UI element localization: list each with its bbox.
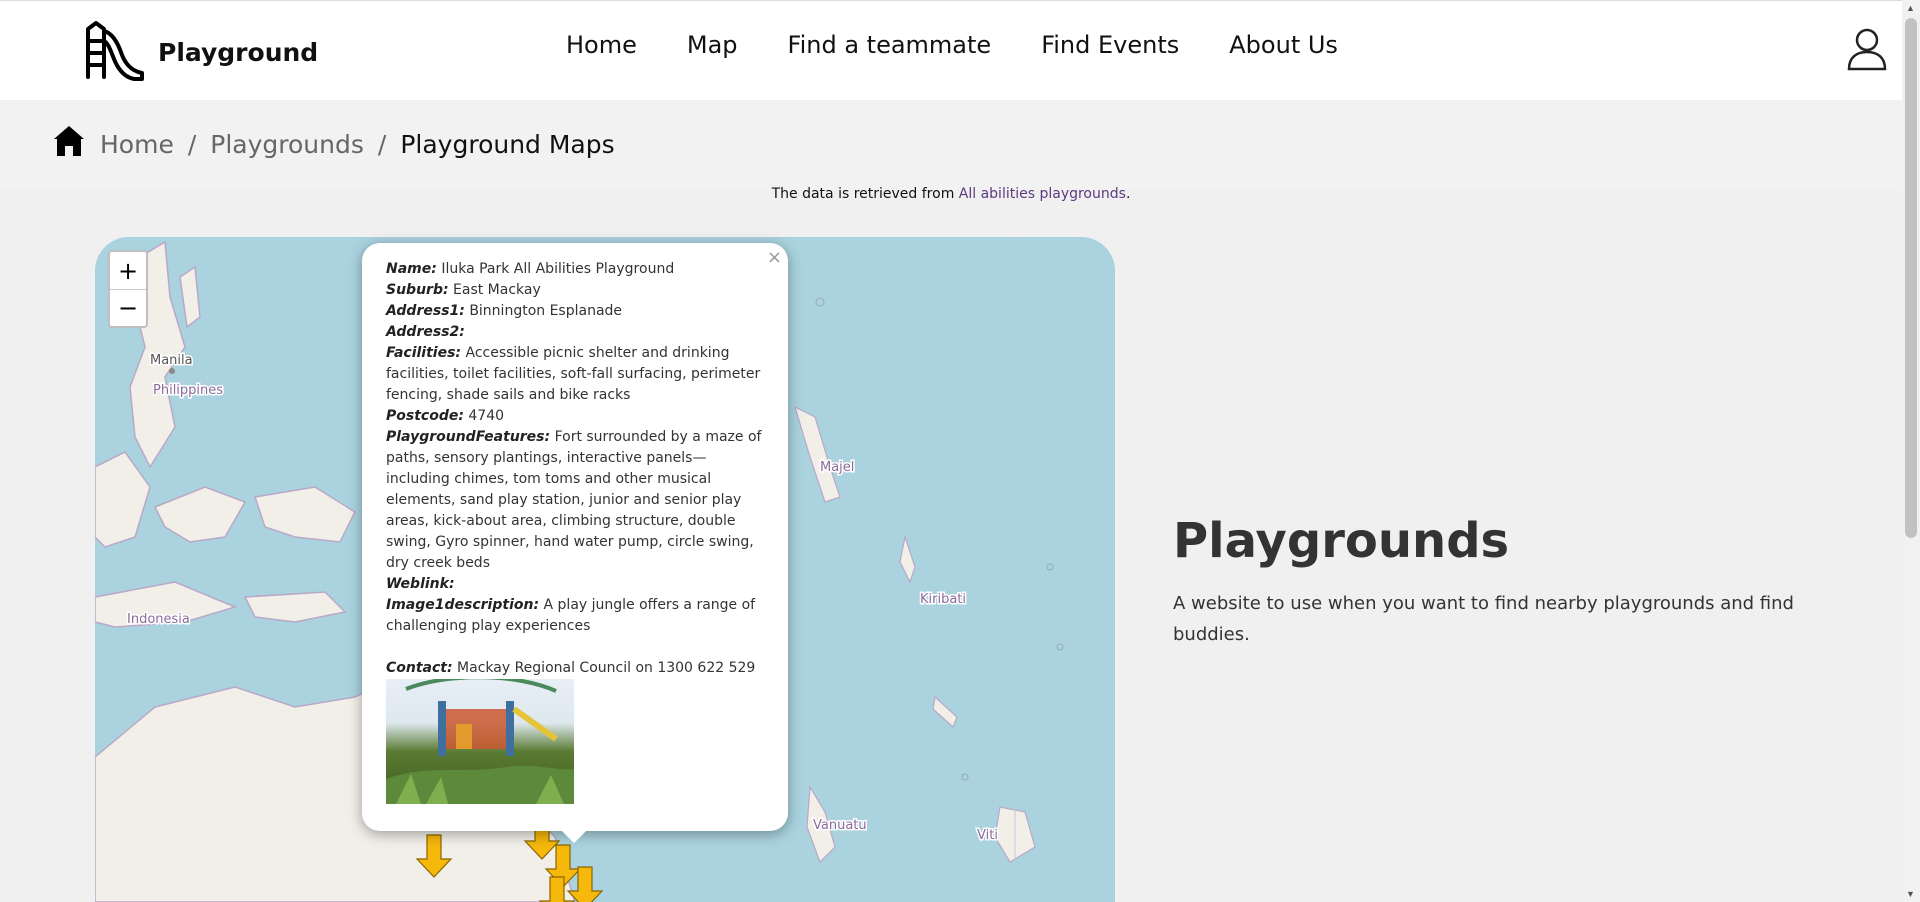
popup-name: Name: Iluka Park All Abilities Playgroun… bbox=[386, 261, 675, 277]
popup-address2: Address2: bbox=[386, 324, 465, 340]
scrollbar-thumb[interactable] bbox=[1905, 18, 1917, 538]
popup-features: PlaygroundFeatures: Fort surrounded by a… bbox=[386, 429, 762, 571]
scroll-up-icon[interactable]: ▲ bbox=[1906, 3, 1915, 13]
top-nav-bar: Playground Home Map Find a teammate Find… bbox=[0, 0, 1902, 100]
source-suffix: . bbox=[1125, 186, 1131, 202]
popup-tip bbox=[560, 829, 588, 845]
popup-contact: Contact: Mackay Regional Council on 1300… bbox=[386, 660, 756, 676]
popup-image-description: Image1description: A play jungle offers … bbox=[386, 597, 756, 634]
map-label-philippines: Philippines bbox=[153, 383, 223, 398]
zoom-in-button[interactable]: + bbox=[110, 252, 146, 289]
home-icon[interactable] bbox=[52, 124, 86, 164]
breadcrumb-playgrounds[interactable]: Playgrounds bbox=[210, 130, 364, 159]
nav-find-events[interactable]: Find Events bbox=[1041, 31, 1179, 59]
map-label-majel: Majel bbox=[820, 460, 854, 475]
nav-home[interactable]: Home bbox=[566, 31, 637, 59]
page-title: Playgrounds bbox=[1173, 513, 1510, 569]
zoom-control: + − bbox=[108, 250, 148, 328]
breadcrumb-separator: / bbox=[187, 129, 197, 159]
brand-logo[interactable]: Playground bbox=[82, 19, 318, 86]
popup-postcode: Postcode: 4740 bbox=[386, 408, 505, 424]
page-subtitle: A website to use when you want to find n… bbox=[1173, 593, 1794, 645]
playground-photo bbox=[386, 679, 574, 804]
map-label-manila: Manila bbox=[150, 353, 193, 368]
close-icon[interactable]: × bbox=[767, 247, 782, 268]
page-scrollbar[interactable]: ▲ ▼ bbox=[1902, 0, 1920, 902]
nav-map[interactable]: Map bbox=[687, 31, 738, 59]
breadcrumb-separator: / bbox=[377, 129, 387, 159]
source-link[interactable]: All abilities playgrounds bbox=[959, 186, 1126, 202]
source-prefix: The data is retrieved from bbox=[771, 186, 959, 202]
main-nav: Home Map Find a teammate Find Events Abo… bbox=[566, 31, 1338, 59]
breadcrumb-home[interactable]: Home bbox=[100, 130, 174, 159]
map-label-viti: Viti bbox=[977, 828, 998, 843]
map-label-vanuatu: Vanuatu bbox=[813, 818, 867, 833]
popup-address1: Address1: Binnington Esplanade bbox=[386, 303, 623, 319]
map-label-indonesia: Indonesia bbox=[127, 612, 190, 627]
scroll-down-icon[interactable]: ▼ bbox=[1906, 889, 1915, 899]
breadcrumb-bar: Home / Playgrounds / Playground Maps bbox=[0, 100, 1902, 190]
user-icon[interactable] bbox=[1846, 27, 1888, 76]
slide-icon bbox=[82, 19, 146, 86]
zoom-out-button[interactable]: − bbox=[110, 289, 146, 326]
nav-about-us[interactable]: About Us bbox=[1229, 31, 1338, 59]
popup-suburb: Suburb: East Mackay bbox=[386, 282, 541, 298]
playground-popup: × Name: Iluka Park All Abilities Playgro… bbox=[362, 243, 788, 831]
brand-name: Playground bbox=[158, 38, 319, 67]
popup-weblink: Weblink: bbox=[386, 576, 455, 592]
data-source-note: The data is retrieved from All abilities… bbox=[0, 186, 1902, 202]
breadcrumb: Home / Playgrounds / Playground Maps bbox=[52, 124, 615, 164]
breadcrumb-current: Playground Maps bbox=[400, 129, 615, 159]
popup-facilities: Facilities: Accessible picnic shelter an… bbox=[386, 345, 761, 403]
nav-find-teammate[interactable]: Find a teammate bbox=[788, 31, 992, 59]
map-label-kiribati: Kiribati bbox=[920, 592, 966, 607]
